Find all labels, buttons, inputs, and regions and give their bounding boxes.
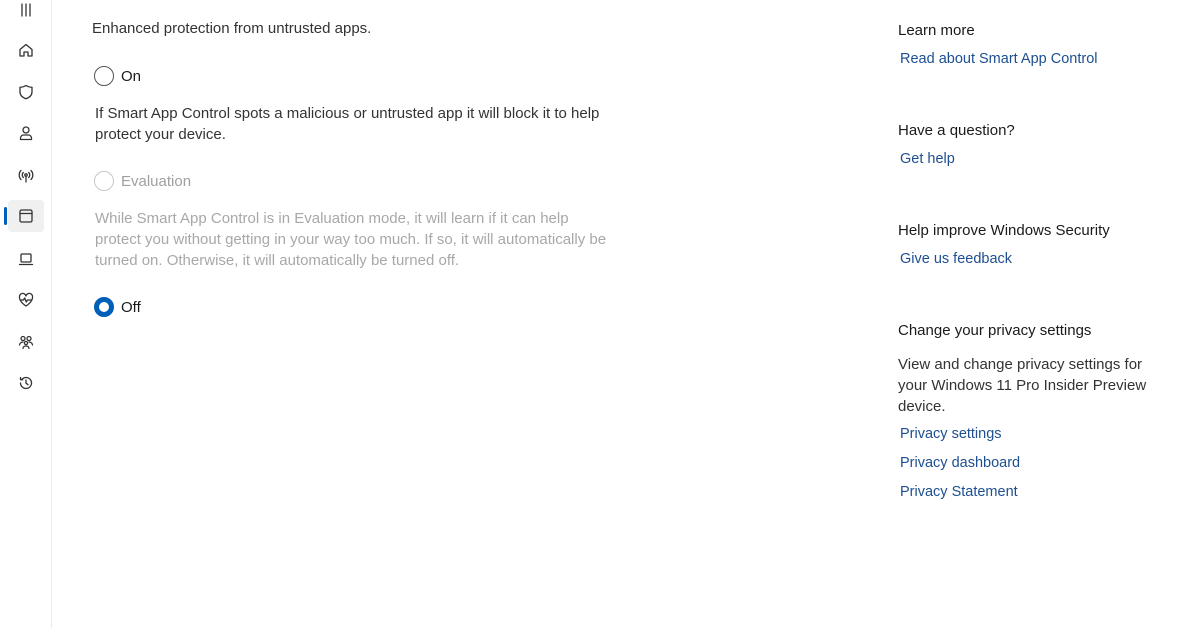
health-icon[interactable] bbox=[8, 284, 44, 316]
radio-on[interactable]: On bbox=[94, 66, 141, 86]
radio-evaluation-indicator bbox=[94, 171, 114, 191]
privacy-settings-link[interactable]: Privacy settings bbox=[900, 426, 1002, 442]
radio-evaluation-label: Evaluation bbox=[121, 172, 192, 190]
radio-evaluation: Evaluation bbox=[94, 171, 191, 191]
privacy-dashboard-link[interactable]: Privacy dashboard bbox=[900, 455, 1020, 471]
privacy-statement-link[interactable]: Privacy Statement bbox=[900, 484, 1018, 500]
radio-off-label: Off bbox=[121, 298, 141, 316]
home-icon[interactable] bbox=[8, 34, 44, 66]
get-help-link[interactable]: Get help bbox=[900, 151, 955, 167]
radio-on-label: On bbox=[121, 67, 142, 85]
privacy-heading: Change your privacy settings bbox=[898, 322, 1092, 339]
active-indicator bbox=[4, 207, 7, 225]
nav-rail bbox=[0, 0, 52, 628]
history-icon[interactable] bbox=[8, 367, 44, 399]
feedback-link[interactable]: Give us feedback bbox=[900, 251, 1012, 267]
family-icon[interactable] bbox=[8, 326, 44, 358]
wireless-icon[interactable] bbox=[8, 160, 44, 192]
privacy-text: View and change privacy settings for you… bbox=[898, 356, 1147, 415]
improve-heading: Help improve Windows Security bbox=[898, 222, 1110, 239]
account-icon[interactable] bbox=[8, 117, 44, 149]
menu-icon[interactable] bbox=[8, 0, 44, 26]
main-content: Enhanced protection from untrusted apps.… bbox=[52, 0, 872, 628]
on-description: If Smart App Control spots a malicious o… bbox=[95, 105, 600, 143]
learn-more-heading: Learn more bbox=[898, 22, 975, 39]
smart-app-control-link[interactable]: Read about Smart App Control bbox=[900, 51, 1097, 67]
radio-off-indicator[interactable] bbox=[94, 297, 114, 317]
device-icon[interactable] bbox=[8, 243, 44, 275]
question-heading: Have a question? bbox=[898, 122, 1015, 139]
app-browser-icon[interactable] bbox=[8, 200, 44, 232]
shield-icon[interactable] bbox=[8, 76, 44, 108]
radio-on-indicator[interactable] bbox=[94, 66, 114, 86]
page-subtitle: Enhanced protection from untrusted apps. bbox=[92, 20, 372, 37]
radio-off[interactable]: Off bbox=[94, 297, 141, 317]
evaluation-description: While Smart App Control is in Evaluation… bbox=[95, 210, 607, 269]
